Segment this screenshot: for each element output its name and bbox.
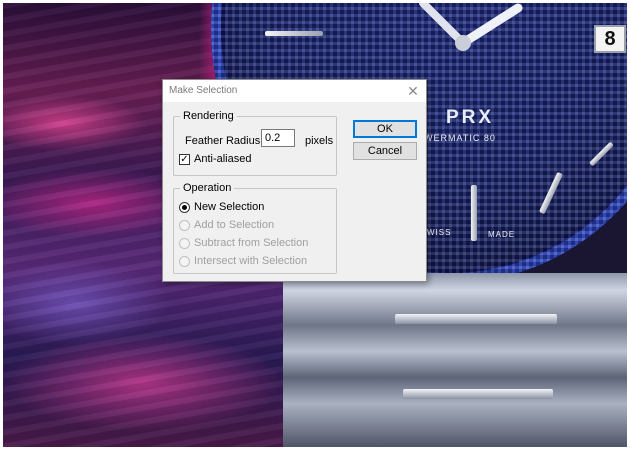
watch-hands xyxy=(419,3,523,51)
bracelet-link xyxy=(403,389,553,399)
watch-bracelet xyxy=(283,273,627,447)
radio-button xyxy=(179,219,190,231)
radio-label: New Selection xyxy=(194,201,265,213)
dial-index xyxy=(265,31,323,36)
anti-aliased-label: Anti-aliased xyxy=(194,153,252,165)
close-icon[interactable]: ✕ xyxy=(404,82,422,100)
bracelet-link xyxy=(395,314,557,324)
rendering-legend: Rendering xyxy=(183,110,234,122)
radio-add-to-selection: Add to Selection xyxy=(179,217,274,233)
dialog-title: Make Selection xyxy=(169,85,238,96)
anti-aliased-option[interactable]: ✓ Anti-aliased xyxy=(179,151,251,167)
ok-button[interactable]: OK xyxy=(353,120,417,138)
radio-button xyxy=(179,237,190,249)
radio-label: Add to Selection xyxy=(194,219,275,231)
radio-subtract-from-selection: Subtract from Selection xyxy=(179,235,308,251)
feather-radius-label: Feather Radius: xyxy=(185,135,264,147)
radio-new-selection[interactable]: New Selection xyxy=(179,199,264,215)
dial-text-right: MADE xyxy=(488,230,516,239)
anti-aliased-checkbox[interactable]: ✓ xyxy=(179,153,190,165)
radio-button[interactable] xyxy=(179,201,190,213)
dial-text-left: WISS xyxy=(427,228,452,237)
cancel-button[interactable]: Cancel xyxy=(353,142,417,160)
radio-intersect-with-selection: Intersect with Selection xyxy=(179,253,307,269)
feather-unit-label: pixels xyxy=(305,135,334,147)
dialog-titlebar[interactable]: Make Selection ✕ xyxy=(163,80,426,102)
operation-legend: Operation xyxy=(183,182,232,194)
date-window: 8 xyxy=(594,25,626,53)
watch-brand-text: PRX xyxy=(446,107,495,128)
feather-radius-input[interactable] xyxy=(261,129,295,147)
watch-subtext: WERMATIC 80 xyxy=(424,133,496,143)
dial-index xyxy=(471,185,477,241)
make-selection-dialog: Make Selection ✕ Rendering Feather Radiu… xyxy=(162,79,427,282)
radio-label: Intersect with Selection xyxy=(194,255,308,267)
radio-label: Subtract from Selection xyxy=(194,237,309,249)
radio-button xyxy=(179,255,190,267)
